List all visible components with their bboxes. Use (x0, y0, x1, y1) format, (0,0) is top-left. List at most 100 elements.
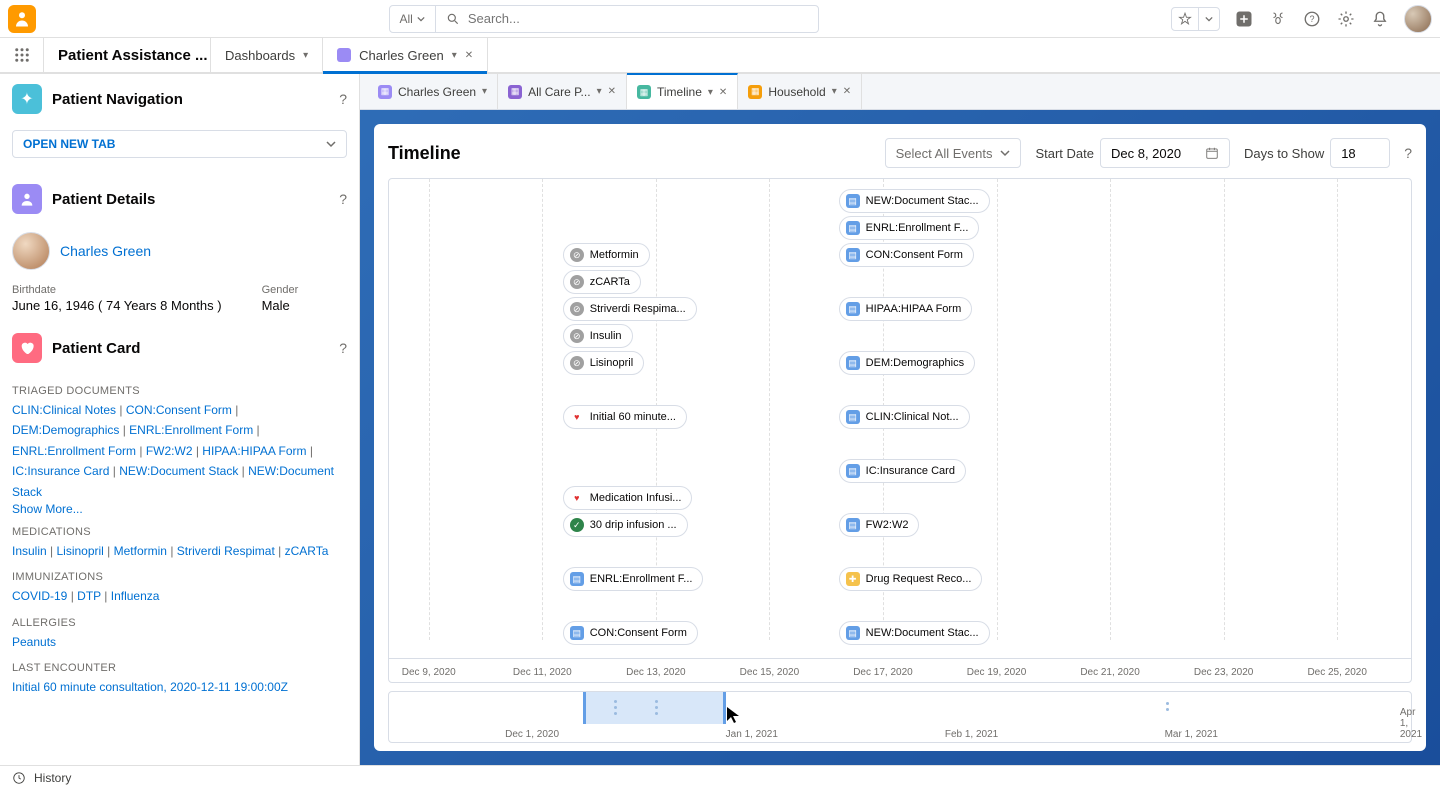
days-to-show-input[interactable]: 18 (1330, 138, 1390, 168)
nav-item[interactable]: Charles Green ▾ ✕ (323, 38, 488, 72)
salesforce-help-icon[interactable] (1268, 9, 1288, 29)
search-input[interactable] (468, 11, 808, 26)
help-icon[interactable]: ? (339, 191, 347, 207)
timeline-event[interactable]: ▤DEM:Demographics (839, 351, 975, 375)
timeline-event[interactable]: ⊘zCARTa (563, 270, 641, 294)
timeline-event[interactable]: ▤IC:Insurance Card (839, 459, 966, 483)
link[interactable]: Peanuts (12, 635, 56, 649)
timeline-event[interactable]: ♥Medication Infusi... (563, 486, 693, 510)
days-to-show-label: Days to Show (1244, 146, 1324, 161)
link[interactable]: Insulin (12, 544, 47, 558)
timeline-event[interactable]: ✓30 drip infusion ... (563, 513, 688, 537)
timeline-event[interactable]: ⊘Lisinopril (563, 351, 644, 375)
timeline-canvas[interactable]: Dec 9, 2020Dec 11, 2020Dec 13, 2020Dec 1… (388, 178, 1412, 683)
timeline-event[interactable]: ✚Drug Request Reco... (839, 567, 983, 591)
nav-item-label: Dashboards (225, 48, 295, 63)
meds-label: MEDICATIONS (12, 526, 347, 538)
chevron-down-icon[interactable]: ▾ (708, 87, 713, 98)
timeline-event[interactable]: ▤NEW:Document Stac... (839, 621, 990, 645)
link[interactable]: CLIN:Clinical Notes (12, 403, 116, 417)
nav-item[interactable]: Dashboards ▾ (211, 38, 323, 72)
timeline-card: Timeline Select All Events Start Date De… (374, 124, 1426, 751)
link[interactable]: Lisinopril (56, 544, 103, 558)
timeline-event[interactable]: ▤NEW:Document Stac... (839, 189, 990, 213)
close-icon[interactable]: ✕ (465, 50, 473, 61)
timeline-event[interactable]: ▤CON:Consent Form (563, 621, 698, 645)
user-avatar[interactable] (1404, 5, 1432, 33)
event-type-icon: ⊘ (570, 248, 584, 262)
history-bar[interactable]: History (0, 765, 1440, 789)
navigation-icon: ✦ (12, 84, 42, 114)
event-label: ENRL:Enrollment F... (590, 573, 693, 585)
close-icon[interactable]: ✕ (843, 86, 851, 97)
nav-item-label: Charles Green (359, 48, 444, 63)
clock-icon (12, 771, 26, 785)
axis-tick: Dec 23, 2020 (1194, 667, 1254, 678)
chevron-down-icon[interactable]: ▾ (597, 86, 602, 97)
chevron-down-icon[interactable]: ▾ (832, 86, 837, 97)
timeline-event[interactable]: ▤CLIN:Clinical Not... (839, 405, 970, 429)
event-label: CON:Consent Form (590, 627, 687, 639)
event-label: Drug Request Reco... (866, 573, 972, 585)
link[interactable]: HIPAA:HIPAA Form (202, 444, 306, 458)
event-label: Lisinopril (590, 357, 633, 369)
chevron-down-icon[interactable]: ▾ (452, 50, 457, 61)
link[interactable]: CON:Consent Form (126, 403, 232, 417)
patient-name-link[interactable]: Charles Green (60, 243, 151, 259)
close-icon[interactable]: ✕ (608, 86, 616, 97)
link[interactable]: Metformin (114, 544, 167, 558)
link[interactable]: ENRL:Enrollment Form (129, 423, 253, 437)
event-type-icon: ▤ (846, 518, 860, 532)
search-scope-dropdown[interactable]: All (390, 6, 436, 32)
chevron-down-icon[interactable]: ▾ (303, 50, 308, 61)
link[interactable]: COVID-19 (12, 589, 67, 603)
event-type-icon: ⊘ (570, 329, 584, 343)
timeline-event[interactable]: ▤ENRL:Enrollment F... (563, 567, 704, 591)
tab-icon: ▦ (637, 85, 651, 99)
panel-title-nav: Patient Navigation (52, 91, 329, 108)
link[interactable]: Influenza (111, 589, 160, 603)
encounter-link[interactable]: Initial 60 minute consultation, 2020-12-… (12, 680, 288, 694)
timeline-event[interactable]: ▤FW2:W2 (839, 513, 920, 537)
help-icon[interactable]: ? (339, 340, 347, 356)
close-icon[interactable]: ✕ (719, 87, 727, 98)
question-icon[interactable]: ? (1302, 9, 1322, 29)
link[interactable]: Striverdi Respimat (177, 544, 275, 558)
link[interactable]: ENRL:Enrollment Form (12, 444, 136, 458)
link[interactable]: FW2:W2 (146, 444, 193, 458)
link[interactable]: DTP (77, 589, 101, 603)
favorites-split-button[interactable] (1171, 7, 1220, 31)
bell-icon[interactable] (1370, 9, 1390, 29)
link[interactable]: IC:Insurance Card (12, 464, 109, 478)
timeline-overview[interactable]: Dec 1, 2020Jan 1, 2021Feb 1, 2021Mar 1, … (388, 691, 1412, 743)
event-type-icon: ▤ (846, 194, 860, 208)
app-launcher-icon[interactable] (0, 38, 44, 72)
subtab[interactable]: ▦Household▾✕ (738, 74, 862, 109)
timeline-event[interactable]: ▤CON:Consent Form (839, 243, 974, 267)
timeline-event[interactable]: ⊘Metformin (563, 243, 650, 267)
link[interactable]: NEW:Document Stack (119, 464, 238, 478)
subtab[interactable]: ▦All Care P...▾✕ (498, 74, 627, 109)
add-icon[interactable] (1234, 9, 1254, 29)
help-icon[interactable]: ? (1404, 145, 1412, 161)
subtab[interactable]: ▦Timeline▾✕ (627, 73, 738, 109)
event-label: zCARTa (590, 276, 630, 288)
event-label: IC:Insurance Card (866, 465, 955, 477)
timeline-event[interactable]: ⊘Striverdi Respima... (563, 297, 697, 321)
subtab[interactable]: ▦Charles Green▾ (368, 74, 498, 109)
panel-title-details: Patient Details (52, 191, 329, 208)
start-date-input[interactable]: Dec 8, 2020 (1100, 138, 1230, 168)
gear-icon[interactable] (1336, 9, 1356, 29)
open-new-tab-select[interactable]: OPEN NEW TAB (12, 130, 347, 158)
global-search[interactable]: All (389, 5, 819, 33)
link[interactable]: DEM:Demographics (12, 423, 119, 437)
timeline-event[interactable]: ▤HIPAA:HIPAA Form (839, 297, 973, 321)
timeline-event[interactable]: ⊘Insulin (563, 324, 633, 348)
help-icon[interactable]: ? (339, 91, 347, 107)
select-events-dropdown[interactable]: Select All Events (885, 138, 1022, 168)
link[interactable]: zCARTa (285, 544, 329, 558)
timeline-event[interactable]: ▤ENRL:Enrollment F... (839, 216, 980, 240)
timeline-event[interactable]: ♥Initial 60 minute... (563, 405, 687, 429)
show-more-link[interactable]: Show More... (12, 502, 83, 516)
chevron-down-icon[interactable]: ▾ (482, 86, 487, 97)
